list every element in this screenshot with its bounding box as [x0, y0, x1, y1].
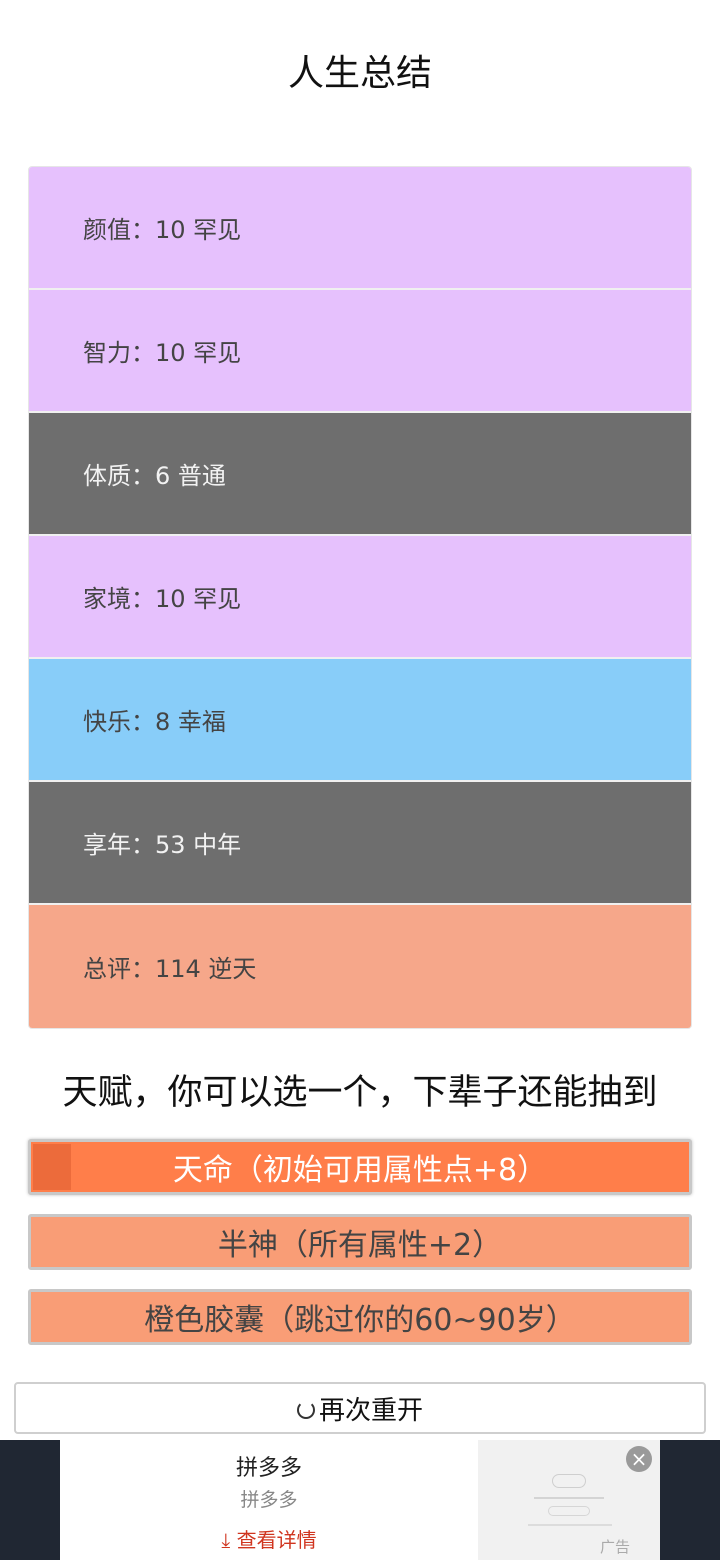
stat-row-constitution: 体质：6 普通: [29, 413, 691, 536]
talent-label: 半神（所有属性+2）: [217, 1228, 503, 1263]
stat-row-lifespan: 享年：53 中年: [29, 782, 691, 905]
download-arrow-icon: ⤓: [221, 1528, 231, 1552]
stat-row-happiness: 快乐：8 幸福: [29, 659, 691, 782]
restart-button[interactable]: 再次重开: [14, 1382, 706, 1434]
ad-banner: 拼多多 拼多多 ⤓ 查看详情 × 广告: [0, 1440, 720, 1560]
close-icon[interactable]: ×: [626, 1446, 652, 1472]
stats-panel: 颜值：10 罕见 智力：10 罕见 体质：6 普通 家境：10 罕见 快乐：8 …: [28, 166, 692, 1029]
life-summary-page: 人生总结 颜值：10 罕见 智力：10 罕见 体质：6 普通 家境：10 罕见 …: [0, 0, 720, 1560]
ad-image-detail: [548, 1506, 590, 1516]
talent-label: 橙色胶囊（跳过你的60~90岁）: [144, 1303, 576, 1338]
refresh-icon: [296, 1400, 315, 1419]
restart-label: 再次重开: [318, 1395, 423, 1426]
stat-row-appearance: 颜值：10 罕见: [29, 167, 691, 290]
ad-content[interactable]: 拼多多 拼多多 ⤓ 查看详情 × 广告: [60, 1440, 660, 1560]
ad-image-detail: [552, 1474, 586, 1488]
ad-image-detail: [534, 1497, 604, 1499]
stat-row-family: 家境：10 罕见: [29, 536, 691, 659]
page-title: 人生总结: [287, 53, 432, 94]
talent-option-banshen[interactable]: 半神（所有属性+2）: [28, 1214, 692, 1270]
talent-option-orange-capsule[interactable]: 橙色胶囊（跳过你的60~90岁）: [28, 1289, 692, 1345]
ad-view-details-link[interactable]: ⤓ 查看详情: [60, 1524, 478, 1553]
ad-cta-label: 查看详情: [236, 1528, 317, 1552]
stat-row-overall: 总评：114 逆天: [29, 905, 691, 1028]
talent-label: 天命（初始可用属性点+8）: [172, 1153, 548, 1188]
stat-row-intelligence: 智力：10 罕见: [29, 290, 691, 413]
talent-heading: 天赋，你可以选一个，下辈子还能抽到: [62, 1073, 658, 1113]
talent-option-tianming[interactable]: 天命（初始可用属性点+8）: [28, 1139, 692, 1195]
ad-subtitle: 拼多多: [240, 1489, 298, 1511]
ad-image-detail: [528, 1524, 612, 1526]
selected-marker: [33, 1144, 71, 1190]
ad-tag: 广告: [600, 1538, 631, 1556]
ad-text-area[interactable]: 拼多多 拼多多 ⤓ 查看详情: [60, 1440, 478, 1560]
ad-title: 拼多多: [235, 1456, 302, 1481]
